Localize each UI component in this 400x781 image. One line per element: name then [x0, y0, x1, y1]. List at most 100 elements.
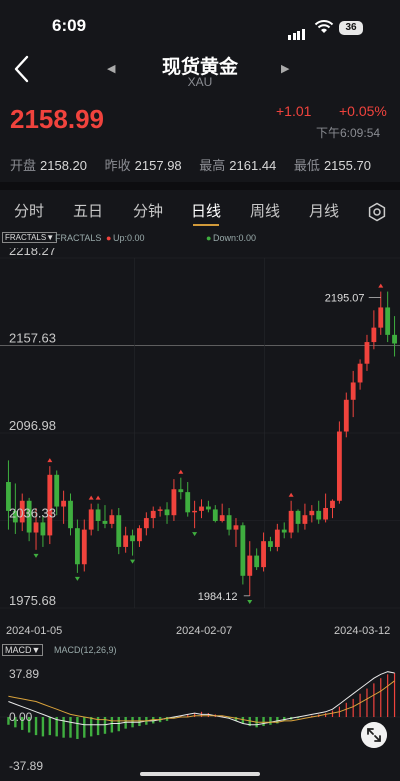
candle-body: [61, 500, 67, 507]
min-price-label: 1984.12: [198, 591, 238, 603]
max-price-label: 2195.07: [325, 292, 365, 304]
next-symbol-icon[interactable]: ▶: [281, 62, 289, 75]
macd-y-tick-label: -37.89: [9, 759, 43, 773]
fractal-down-marker: [247, 599, 253, 604]
status-bar: 6:09 36: [0, 0, 400, 44]
candle-body: [130, 535, 135, 542]
tab-minute[interactable]: 分钟: [133, 200, 163, 221]
candle-body: [240, 525, 246, 576]
candle-body: [288, 510, 294, 533]
y-tick-label: 1975.68: [9, 593, 56, 608]
candle-body: [385, 307, 391, 335]
candle-body: [357, 363, 363, 383]
candle-body: [137, 528, 142, 542]
candle-body: [68, 500, 73, 529]
candle-body: [226, 515, 232, 530]
candle-body: [54, 474, 60, 507]
candle-body: [88, 509, 94, 530]
candle-body: [123, 535, 129, 547]
candle-body: [261, 541, 266, 568]
price-change: +1.01: [276, 103, 312, 119]
tab-five-day[interactable]: 五日: [73, 200, 103, 221]
quote-stats: 开盘 2158.20 昨收 2157.98 最高 2161.44 最低 2155.70: [10, 155, 371, 174]
macd-dea-line: [8, 680, 395, 723]
y-tick-label: 2157.63: [9, 330, 56, 345]
prev-value: 2157.98: [134, 158, 182, 173]
candle-body: [323, 507, 329, 520]
candle-body: [233, 525, 239, 530]
indicator-down: Down:0.00: [213, 233, 257, 243]
tab-intraday[interactable]: 分时: [14, 200, 44, 221]
indicator-up: Up:0.00: [113, 233, 145, 243]
candle-body: [109, 515, 115, 524]
fractal-up-marker: [95, 495, 101, 500]
candle-body: [302, 515, 308, 524]
tab-daily[interactable]: 日线: [191, 200, 221, 221]
tab-monthly[interactable]: 月线: [309, 200, 339, 221]
tab-weekly[interactable]: 周线: [250, 200, 280, 221]
y-tick-label: 2218.27: [9, 248, 56, 258]
candle-body: [40, 522, 46, 536]
macd-y-tick-label: 0.00: [9, 710, 33, 724]
candle-body: [364, 342, 370, 364]
fractal-down-marker: [130, 559, 136, 564]
candle-body: [185, 492, 191, 513]
y-tick-label: 2096.98: [9, 418, 56, 433]
candlestick-chart[interactable]: 2218.27 2157.63 2096.98 2036.33 1975.68 2024-…: [0, 248, 400, 638]
quote-time: 下午6:09:54: [316, 126, 381, 140]
candle-body: [150, 510, 156, 519]
candle-body: [157, 509, 163, 511]
candle-body: [281, 529, 287, 533]
candle-body: [316, 510, 322, 520]
candle-body: [309, 510, 315, 516]
settings-icon[interactable]: [367, 202, 387, 222]
fractal-down-marker: [33, 553, 39, 558]
candle-body: [81, 529, 87, 565]
candle-body: [178, 489, 184, 493]
candle-body: [350, 382, 356, 400]
prev-label: 昨收: [104, 158, 131, 173]
period-tabs: 分时 五日 分钟 日线 周线 月线: [0, 200, 400, 226]
section-divider: [0, 182, 400, 190]
indicator-dropdown[interactable]: FRACTALS▼: [2, 232, 58, 243]
candle-body: [95, 509, 101, 521]
candle-body: [343, 399, 349, 432]
high-label: 最高: [199, 158, 226, 173]
y-tick-label: 2036.33: [9, 505, 56, 520]
open-label: 开盘: [10, 158, 37, 173]
macd-y-tick-label: 37.89: [9, 667, 39, 681]
x-tick-label: 2024-03-12: [334, 625, 390, 637]
open-value: 2158.20: [40, 158, 88, 173]
candle-body: [247, 555, 253, 576]
candle-body: [171, 489, 177, 516]
x-tick-label: 2024-01-05: [6, 625, 62, 637]
candle-body: [219, 515, 225, 521]
high-value: 2161.44: [229, 158, 277, 173]
candle-body: [378, 307, 384, 328]
macd-dropdown[interactable]: MACD▼: [2, 644, 44, 656]
active-tab-underline: [193, 224, 219, 226]
fractal-up-marker: [88, 495, 94, 500]
candle-body: [392, 334, 397, 344]
signal-icon: [288, 22, 306, 40]
fractal-up-marker: [288, 492, 294, 497]
candle-body: [268, 541, 273, 547]
home-indicator: [140, 772, 260, 776]
candle-body: [274, 529, 280, 547]
fractal-up-marker: [378, 283, 384, 288]
candle-body: [33, 522, 39, 533]
fractal-down-marker: [74, 576, 80, 581]
candle-body: [295, 510, 301, 524]
macd-chart[interactable]: 37.89 0.00 -37.89: [0, 656, 400, 774]
fractal-up-marker: [47, 458, 53, 463]
candle-body: [143, 518, 149, 529]
candle-body: [192, 510, 198, 513]
candle-body: [102, 520, 108, 524]
fractal-up-marker: [178, 469, 184, 474]
symbol-code: XAU: [187, 75, 213, 89]
macd-params: MACD(12,26,9): [54, 645, 117, 655]
candle-body: [116, 515, 122, 547]
candle-body: [164, 509, 170, 516]
low-value: 2155.70: [323, 158, 371, 173]
fullscreen-icon[interactable]: [361, 722, 387, 748]
